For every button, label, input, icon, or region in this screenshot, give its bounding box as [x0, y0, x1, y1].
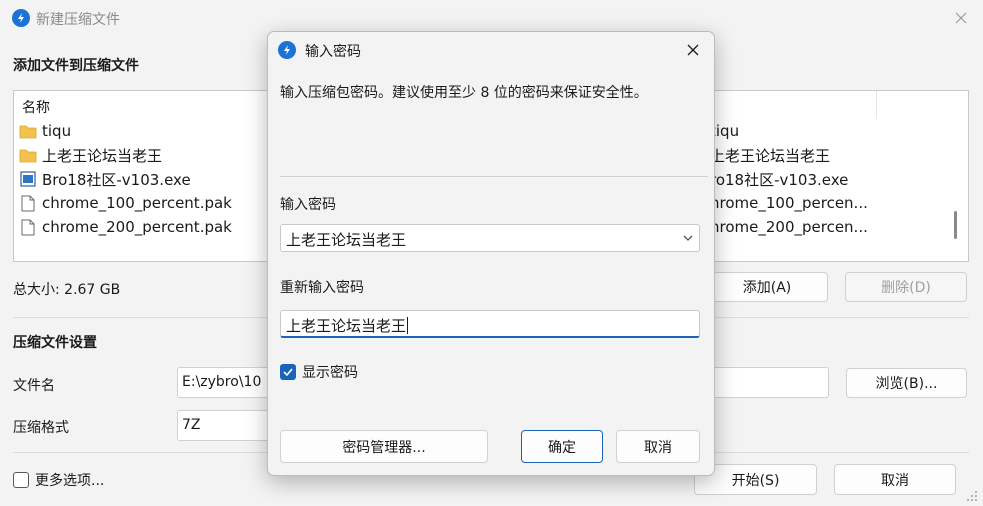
- ok-button[interactable]: 确定: [521, 430, 603, 463]
- more-options-checkbox[interactable]: 更多选项...: [13, 470, 104, 490]
- app-logo-icon: [278, 41, 296, 59]
- app-logo-icon: [12, 9, 30, 27]
- filename-label: 文件名: [13, 378, 55, 394]
- close-icon[interactable]: [683, 40, 703, 60]
- column-separator[interactable]: [876, 91, 877, 119]
- password-value: 上老王论坛当老王: [286, 231, 407, 249]
- dialog-divider: [280, 176, 708, 177]
- file-name: chrome_100_percent.pak: [42, 194, 232, 212]
- list-item[interactable]: 上老王论坛当老王: [19, 143, 162, 167]
- dialog-title: 输入密码: [305, 44, 361, 60]
- list-item[interactable]: tiqu: [19, 119, 71, 143]
- dialog-cancel-button[interactable]: 取消: [616, 430, 700, 463]
- password-label: 输入密码: [280, 197, 336, 213]
- password-manager-button[interactable]: 密码管理器...: [280, 430, 488, 463]
- delete-button[interactable]: 删除(D): [845, 272, 967, 302]
- chevron-down-icon[interactable]: [681, 231, 695, 245]
- folder-icon: [19, 146, 37, 164]
- window-title: 新建压缩文件: [36, 12, 120, 28]
- list-item-visible-part[interactable]: 上老王论坛当老王: [710, 143, 830, 167]
- browse-button[interactable]: 浏览(B)...: [846, 368, 967, 398]
- format-label: 压缩格式: [13, 420, 69, 436]
- exe-icon: [19, 170, 37, 188]
- list-item[interactable]: chrome_200_percent.pak: [19, 215, 232, 239]
- more-options-label: 更多选项...: [35, 473, 105, 489]
- folder-icon: [19, 122, 37, 140]
- text-caret: [407, 317, 409, 334]
- checkmark-icon[interactable]: [280, 364, 296, 380]
- file-icon: [19, 194, 37, 212]
- format-select[interactable]: 7Z: [177, 410, 277, 441]
- confirm-password-value: 上老王论坛当老王: [286, 317, 407, 335]
- list-item-visible-part[interactable]: ro18社区-v103.exe: [710, 167, 848, 191]
- list-item[interactable]: chrome_100_percent.pak: [19, 191, 232, 215]
- files-section-title: 添加文件到压缩文件: [13, 58, 139, 74]
- dialog-description: 输入压缩包密码。建议使用至少 8 位的密码来保证安全性。: [280, 85, 648, 101]
- file-name: Bro18社区-v103.exe: [42, 170, 191, 189]
- settings-section-title: 压缩文件设置: [13, 335, 97, 351]
- show-password-label: 显示密码: [302, 365, 358, 381]
- list-item-visible-part[interactable]: hrome_100_percen...: [710, 191, 868, 215]
- resize-grip-icon[interactable]: [966, 490, 978, 502]
- password-dialog: 输入密码 输入压缩包密码。建议使用至少 8 位的密码来保证安全性。 输入密码 上…: [267, 31, 715, 476]
- file-name: 上老王论坛当老王: [42, 146, 163, 165]
- total-size-text: 总大小: 2.67 GB: [13, 282, 121, 298]
- column-header-name[interactable]: 名称: [22, 97, 50, 117]
- show-password-checkbox[interactable]: 显示密码: [280, 362, 358, 382]
- scrollbar-thumb[interactable]: [954, 211, 957, 239]
- confirm-password-label: 重新输入密码: [280, 280, 364, 296]
- checkbox-box[interactable]: [13, 472, 29, 488]
- confirm-password-input[interactable]: 上老王论坛当老王: [280, 310, 700, 338]
- add-button[interactable]: 添加(A): [706, 272, 828, 302]
- cancel-button[interactable]: 取消: [834, 464, 956, 495]
- file-name: tiqu: [42, 122, 72, 140]
- close-icon[interactable]: [951, 8, 971, 28]
- password-combobox[interactable]: 上老王论坛当老王: [280, 224, 700, 252]
- list-item-visible-part[interactable]: hrome_200_percen...: [710, 215, 868, 239]
- file-name: chrome_200_percent.pak: [42, 218, 232, 236]
- file-icon: [19, 218, 37, 236]
- list-item[interactable]: Bro18社区-v103.exe: [19, 167, 191, 191]
